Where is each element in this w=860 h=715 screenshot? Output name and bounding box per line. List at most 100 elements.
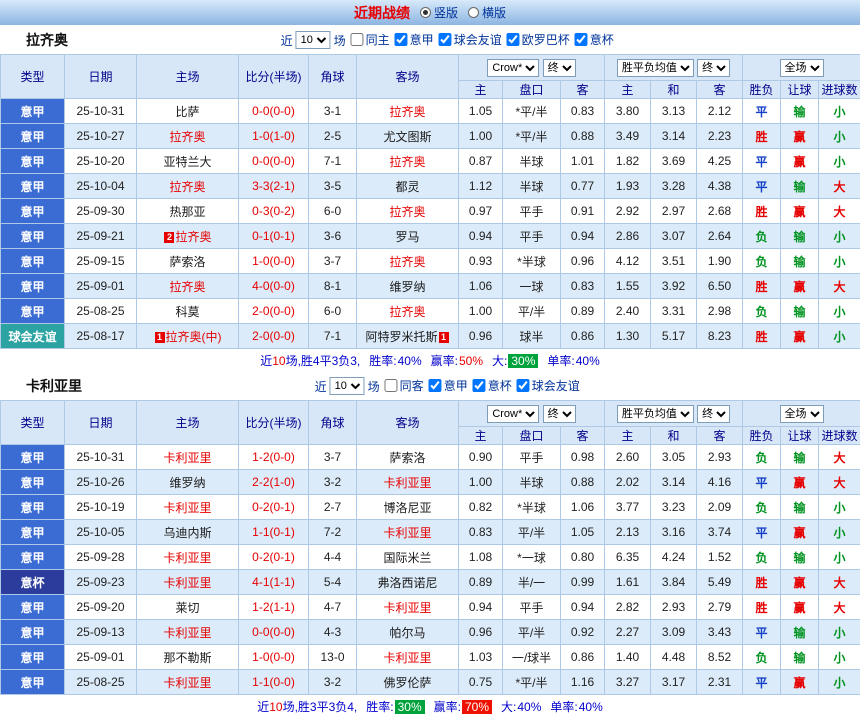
match-date: 25-09-23 [65,570,137,595]
goals-result-cell: 大 [819,595,860,620]
away-team-cell: 拉齐奥 [357,299,459,324]
team-link[interactable]: 乌迪内斯 [163,526,211,540]
checkbox-input[interactable] [575,33,588,46]
mean-final-select[interactable]: 终 [697,405,730,423]
team-link[interactable]: 卡利亚里 [383,601,431,615]
team-link[interactable]: 罗马 [395,230,419,244]
team-link[interactable]: 拉齐奥 [389,255,425,269]
team-link[interactable]: 国际米兰 [383,551,431,565]
odds-final-select[interactable]: 终 [543,405,576,423]
team-link[interactable]: 萨索洛 [389,451,425,465]
filter-checkbox-球会友谊[interactable]: 球会友谊 [517,377,580,394]
team-link[interactable]: 拉齐奥 [389,305,425,319]
mean-final-select[interactable]: 终 [697,59,730,77]
filter-checkbox-球会友谊[interactable]: 球会友谊 [439,31,502,48]
team-link[interactable]: 卡利亚里 [383,651,431,665]
layout-vertical-option[interactable]: 竖版 [420,4,458,21]
recent-count-select[interactable]: 10 [296,31,331,49]
team-link[interactable]: 卡利亚里 [163,451,211,465]
corner-score: 8-1 [309,274,357,299]
team-link[interactable]: 卡利亚里 [163,676,211,690]
match-row: 意甲25-09-13卡利亚里0-0(0-0)4-3帕尔马0.96平/半0.922… [1,620,860,645]
team-link[interactable]: 拉齐奥 [169,280,205,294]
filter-checkbox-意甲[interactable]: 意甲 [429,377,468,394]
checkbox-input[interactable] [385,379,398,392]
filter-checkbox-意杯[interactable]: 意杯 [473,377,512,394]
team-link[interactable]: 萨索洛 [169,255,205,269]
filter-checkbox-同主[interactable]: 同主 [351,31,390,48]
odds-final-select[interactable]: 终 [543,59,576,77]
team-link[interactable]: 拉齐奥(中) [166,330,222,344]
team-link[interactable]: 卡利亚里 [163,501,211,515]
checkbox-input[interactable] [473,379,486,392]
col-header-corner: 角球 [309,55,357,99]
checkbox-input[interactable] [429,379,442,392]
checkbox-input[interactable] [507,33,520,46]
goals-result-cell: 大 [819,174,860,199]
team-link[interactable]: 莱切 [175,601,199,615]
team-link[interactable]: 都灵 [395,180,419,194]
team-link[interactable]: 比萨 [175,105,199,119]
recent-count-select[interactable]: 10 [330,377,365,395]
odds-company-select[interactable]: Crow* [487,405,539,423]
subcol-odds-away: 客 [561,81,605,99]
checkbox-input[interactable] [517,379,530,392]
checkbox-input[interactable] [439,33,452,46]
team-link[interactable]: 拉齐奥 [169,180,205,194]
handicap-line: *半球 [503,249,561,274]
team-link[interactable]: 阿特罗米托斯 [365,330,437,344]
radio-unselected-icon[interactable] [468,7,479,18]
mean-odds-select[interactable]: 胜平负均值 [617,59,694,77]
team-link[interactable]: 维罗纳 [389,280,425,294]
team-link[interactable]: 拉齐奥 [389,155,425,169]
filter-checkbox-意甲[interactable]: 意甲 [395,31,434,48]
fullmatch-select[interactable]: 全场 [780,405,824,423]
mean-home-value: 2.40 [605,299,651,324]
team-link[interactable]: 拉齐奥 [389,105,425,119]
summary-row: 近10场,胜4平3负3, 胜率:40%赢率:50%大:30%单率:40% [0,349,860,372]
team-link[interactable]: 维罗纳 [169,476,205,490]
home-team-cell: 萨索洛 [137,249,239,274]
home-team-cell: 比萨 [137,99,239,124]
team-link[interactable]: 博洛尼亚 [383,501,431,515]
checkbox-input[interactable] [395,33,408,46]
odds-away-value: 0.99 [561,570,605,595]
handicap-line: *半球 [503,495,561,520]
team-link[interactable]: 帕尔马 [389,626,425,640]
corner-score: 4-4 [309,545,357,570]
team-link[interactable]: 科莫 [175,305,199,319]
team-link[interactable]: 佛罗伦萨 [383,676,431,690]
corner-score: 4-3 [309,620,357,645]
odds-company-select[interactable]: Crow* [487,59,539,77]
team-link[interactable]: 热那亚 [169,205,205,219]
team-link[interactable]: 卡利亚里 [383,476,431,490]
team-link[interactable]: 拉齐奥 [175,230,211,244]
team-link[interactable]: 弗洛西诺尼 [377,576,437,590]
filter-checkbox-同客[interactable]: 同客 [385,377,424,394]
handicap-line: 平/半 [503,620,561,645]
checkbox-input[interactable] [351,33,364,46]
layout-horizontal-option[interactable]: 横版 [468,4,506,21]
team-link[interactable]: 拉齐奥 [169,130,205,144]
team-link[interactable]: 亚特兰大 [163,155,211,169]
mean-away-value: 5.49 [697,570,743,595]
team-link[interactable]: 尤文图斯 [383,130,431,144]
mean-draw-value: 3.28 [651,174,697,199]
result-cell: 负 [743,445,781,470]
team-link[interactable]: 卡利亚里 [163,626,211,640]
filter-checkbox-意杯[interactable]: 意杯 [575,31,614,48]
goals-result-cell: 大 [819,570,860,595]
home-team-cell: 卡利亚里 [137,620,239,645]
fullmatch-select[interactable]: 全场 [780,59,824,77]
odds-away-value: 0.80 [561,545,605,570]
team-link[interactable]: 那不勒斯 [163,651,211,665]
team-link[interactable]: 卡利亚里 [383,526,431,540]
team-link[interactable]: 卡利亚里 [163,576,211,590]
mean-odds-select[interactable]: 胜平负均值 [617,405,694,423]
match-type-cell: 意甲 [1,124,65,149]
team-link[interactable]: 卡利亚里 [163,551,211,565]
filter-checkbox-欧罗巴杯[interactable]: 欧罗巴杯 [507,31,570,48]
radio-selected-icon[interactable] [420,7,431,18]
team-link[interactable]: 拉齐奥 [389,205,425,219]
handicap-result-cell: 输 [781,545,819,570]
